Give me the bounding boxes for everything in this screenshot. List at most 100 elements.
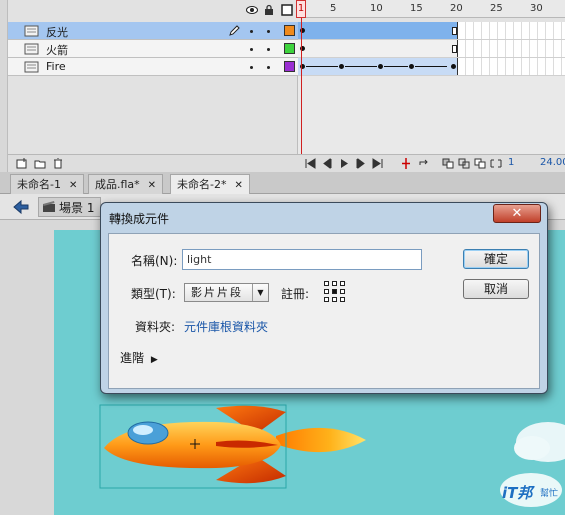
frames-row-fire[interactable] [298, 58, 565, 76]
center-frame-icon[interactable] [400, 158, 412, 169]
dialog-body: 名稱(N): 類型(T): 影片片段 ▼ 註冊: 資料夾: 元件庫根資料夾 進階… [108, 233, 540, 389]
tween-arrow [345, 66, 377, 67]
clapperboard-icon [43, 201, 55, 212]
cancel-button[interactable]: 取消 [463, 279, 529, 299]
tween-arrow [384, 66, 408, 67]
reg-point-middle-right[interactable] [340, 289, 345, 294]
tab-label: 未命名-1 [17, 178, 61, 191]
last-frame-icon[interactable] [372, 158, 384, 169]
rocket-flame [276, 427, 366, 453]
reg-point-top-right[interactable] [340, 281, 345, 286]
keyframe[interactable] [451, 64, 456, 69]
tween-arrow [415, 66, 447, 67]
fps-readout[interactable]: 24.00 [540, 157, 565, 168]
registration-grid[interactable] [324, 281, 346, 303]
empty-frames-area [298, 76, 565, 154]
advanced-toggle[interactable]: 進階 ▶ [120, 349, 158, 366]
cloud-graphic [514, 422, 565, 462]
onion-outline-icon[interactable] [458, 158, 470, 169]
frame-ruler[interactable]: 5 10 15 20 25 30 [298, 0, 565, 18]
delete-icon[interactable] [52, 158, 64, 169]
frames-row-fanguang[interactable] [298, 22, 565, 40]
outline-color-swatch[interactable] [284, 25, 295, 36]
keyframe[interactable] [409, 64, 414, 69]
visible-dot[interactable] [250, 66, 253, 69]
reg-point-middle-left[interactable] [324, 289, 329, 294]
layer-icon [24, 25, 39, 37]
keyframe[interactable] [378, 64, 383, 69]
close-icon[interactable]: ✕ [148, 180, 156, 191]
reg-point-center[interactable] [332, 289, 337, 294]
close-icon[interactable]: ✕ [69, 180, 77, 191]
tween-span[interactable] [298, 58, 458, 75]
loop-icon[interactable] [418, 158, 430, 169]
symbol-name-input[interactable] [182, 249, 422, 270]
reg-point-top-left[interactable] [324, 281, 329, 286]
layer-row-fanguang[interactable]: 反光 [8, 22, 298, 40]
close-button[interactable]: ✕ [493, 204, 541, 223]
layer-name[interactable]: Fire [46, 60, 66, 73]
outline-color-swatch[interactable] [284, 61, 295, 72]
close-icon[interactable]: ✕ [234, 180, 242, 191]
playhead[interactable]: 1 [296, 0, 306, 18]
onion-markers-icon[interactable] [490, 158, 502, 169]
reg-point-bottom-right[interactable] [340, 297, 345, 302]
visible-dot[interactable] [250, 30, 253, 33]
outline-color-swatch[interactable] [284, 43, 295, 54]
layer-row-fire[interactable]: Fire [8, 58, 298, 76]
lock-icon[interactable] [263, 4, 275, 16]
folder-link[interactable]: 元件庫根資料夾 [184, 318, 268, 335]
lock-dot[interactable] [267, 48, 270, 51]
tab-untitled-2[interactable]: 未命名-2* ✕ [170, 174, 250, 194]
onion-skin-icon[interactable] [442, 158, 454, 169]
visible-dot[interactable] [250, 48, 253, 51]
new-layer-icon[interactable] [16, 158, 28, 169]
current-frame-readout[interactable]: 1 [508, 157, 514, 168]
outline-icon[interactable] [281, 4, 293, 16]
folder-label: 資料夾: [135, 320, 176, 334]
expand-triangle-icon: ▶ [150, 355, 158, 365]
tab-label: 成品.fla* [95, 178, 140, 191]
watermark-logo: iT邦 幫忙 [498, 470, 564, 510]
timeline-toolbar: 1 24.00 [8, 154, 565, 172]
rocket-window-glare [133, 425, 153, 435]
first-frame-icon[interactable] [304, 158, 316, 169]
frame-number-5: 5 [330, 3, 337, 14]
new-folder-icon[interactable] [34, 158, 46, 169]
back-arrow-icon[interactable] [12, 199, 30, 215]
ok-button[interactable]: 確定 [463, 249, 529, 269]
frame-number-10: 10 [370, 3, 383, 14]
tab-untitled-1[interactable]: 未命名-1 ✕ [10, 174, 85, 194]
tab-chengpin[interactable]: 成品.fla* ✕ [88, 174, 164, 194]
eye-icon[interactable] [246, 4, 258, 16]
play-icon[interactable] [338, 158, 350, 169]
name-label: 名稱(N): [131, 254, 178, 268]
layer-icon [24, 43, 39, 55]
layer-name[interactable]: 火箭 [46, 42, 68, 58]
layer-icon [24, 61, 39, 73]
reg-point-top-center[interactable] [332, 281, 337, 286]
lock-dot[interactable] [267, 30, 270, 33]
pencil-icon [229, 25, 240, 36]
reg-point-bottom-center[interactable] [332, 297, 337, 302]
frame-number-15: 15 [410, 3, 423, 14]
frame-span[interactable] [298, 22, 458, 39]
frames-row-huojian[interactable] [298, 40, 565, 58]
step-forward-icon[interactable] [355, 158, 367, 169]
frame-span[interactable] [298, 40, 458, 57]
step-back-icon[interactable] [321, 158, 333, 169]
end-frame[interactable] [452, 27, 457, 35]
tab-label: 未命名-2* [177, 178, 227, 191]
keyframe[interactable] [339, 64, 344, 69]
lock-dot[interactable] [267, 66, 270, 69]
symbol-type-select[interactable]: 影片片段 ▼ [184, 283, 269, 302]
frame-number-25: 25 [490, 3, 503, 14]
document-tabs-bar: 未命名-1 ✕ 成品.fla* ✕ 未命名-2* ✕ [0, 172, 565, 194]
rocket-graphic[interactable] [96, 400, 386, 490]
end-frame[interactable] [452, 45, 457, 53]
watermark-logo-subtext: 幫忙 [540, 489, 559, 499]
edit-multiple-icon[interactable] [474, 158, 486, 169]
reg-point-bottom-left[interactable] [324, 297, 329, 302]
layer-row-huojian[interactable]: 火箭 [8, 40, 298, 58]
layer-name[interactable]: 反光 [46, 24, 68, 40]
